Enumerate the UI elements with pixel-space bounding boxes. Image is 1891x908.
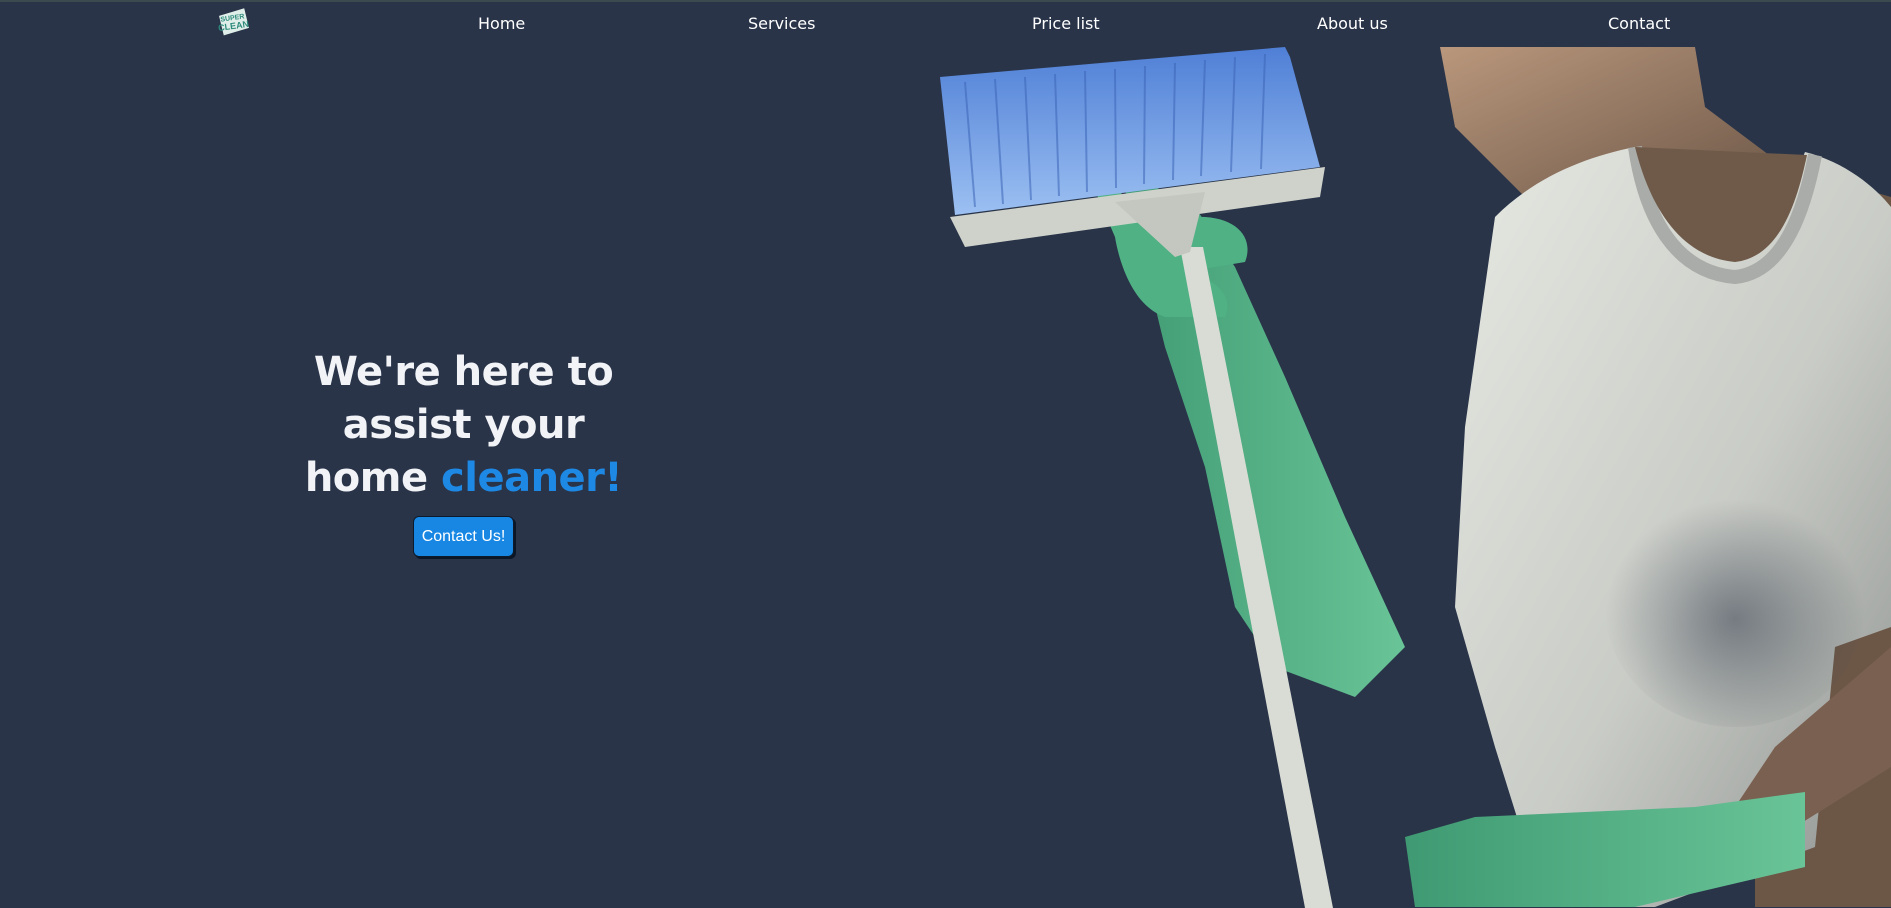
headline-accent-word: cleaner!	[441, 455, 623, 501]
headline-line2: assist your	[342, 402, 585, 448]
super-clean-logo[interactable]: SUPER CLEAN	[216, 8, 250, 36]
nav-services-link[interactable]: Services	[748, 14, 815, 33]
headline-line1: We're here to	[313, 349, 614, 395]
main-navigation: SUPER CLEAN Home Services Price list Abo…	[0, 0, 1891, 48]
nav-home-link[interactable]: Home	[478, 14, 525, 33]
contact-us-button[interactable]: Contact Us!	[413, 516, 514, 557]
nav-price-list-link[interactable]: Price list	[1032, 14, 1100, 33]
cleaner-with-broom-image	[940, 47, 1891, 908]
nav-contact-link[interactable]: Contact	[1608, 14, 1670, 33]
headline-line3: home	[304, 455, 442, 501]
hero-headline: We're here to assist your home cleaner!	[290, 346, 637, 505]
nav-about-us-link[interactable]: About us	[1317, 14, 1388, 33]
